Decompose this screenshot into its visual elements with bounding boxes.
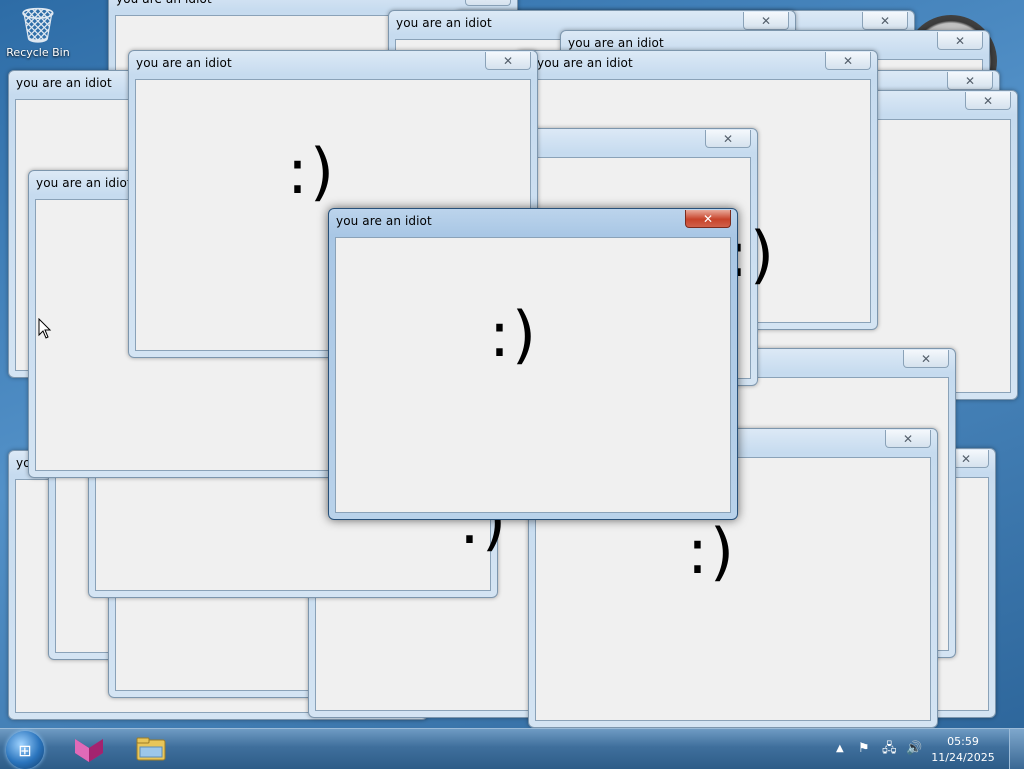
close-icon: ✕ [902, 431, 914, 446]
close-icon: ✕ [502, 53, 514, 68]
close-icon: ✕ [760, 13, 772, 28]
close-button[interactable]: ✕ [937, 32, 983, 50]
tray-clock-time[interactable]: 05:59 [928, 735, 998, 748]
close-icon: ✕ [879, 13, 891, 28]
taskbar-app-button[interactable] [63, 731, 115, 767]
desktop: 🗑 Recycle Bin you are an idiot ✕ you are… [0, 0, 1024, 728]
close-icon: ✕ [920, 351, 932, 366]
window-title: you are an idiot [116, 0, 212, 6]
action-center-flag-icon[interactable]: ⚑ [858, 741, 870, 757]
volume-icon[interactable]: 🔊 [906, 741, 922, 757]
window-title: you are an idiot [537, 56, 633, 70]
smiley-text: :) [489, 298, 539, 371]
window-title: you are an idiot [136, 56, 232, 70]
window-title: you are an idiot [36, 176, 132, 190]
close-button[interactable]: ✕ [825, 52, 871, 70]
close-icon: ✕ [842, 53, 854, 68]
close-button[interactable]: ✕ [885, 430, 931, 448]
close-button[interactable]: ✕ [465, 0, 511, 6]
show-hidden-icons-chevron-icon[interactable]: ▲ [836, 741, 844, 757]
recycle-bin-label: Recycle Bin [6, 46, 70, 59]
mouse-pointer-icon [38, 318, 52, 339]
close-icon: ✕ [960, 451, 972, 466]
windows-start-icon: ⊞ [18, 740, 32, 760]
window-title: you are an idiot [568, 36, 664, 50]
close-button[interactable]: ✕ [743, 12, 789, 30]
network-icon[interactable]: 🖧 [882, 741, 897, 757]
recycle-bin-icon: 🗑 [16, 6, 60, 46]
window-title: you are an idiot [336, 214, 432, 228]
close-icon: ✕ [722, 131, 734, 146]
close-button[interactable]: ✕ [685, 210, 731, 228]
window-title: you are an idiot [396, 16, 492, 30]
smiley-text: :) [687, 515, 737, 588]
show-desktop-button[interactable] [1009, 729, 1024, 769]
window-client [335, 237, 731, 513]
recycle-bin[interactable]: 🗑 Recycle Bin [6, 6, 70, 59]
window-title: you are an idiot [16, 76, 112, 90]
start-button[interactable]: ⊞ [6, 731, 44, 769]
close-icon: ✕ [982, 93, 994, 108]
tray-clock-date[interactable]: 11/24/2025 [928, 751, 998, 764]
close-button[interactable]: ✕ [903, 350, 949, 368]
close-icon: ✕ [964, 73, 976, 88]
popup-window-active[interactable]: you are an idiot ✕ :) [328, 208, 738, 520]
close-icon: ✕ [483, 0, 493, 4]
smiley-text: :) [287, 135, 337, 208]
close-icon: ✕ [702, 211, 714, 226]
taskbar-explorer-button[interactable] [125, 731, 177, 767]
app-icon [75, 739, 103, 762]
close-icon: ✕ [954, 33, 966, 48]
windows-explorer-icon [136, 737, 166, 761]
close-button[interactable]: ✕ [862, 12, 908, 30]
close-button[interactable]: ✕ [485, 52, 531, 70]
close-button[interactable]: ✕ [947, 72, 993, 90]
taskbar: ⊞ ▲ ⚑ 🖧 🔊 05:59 11/24/2025 [0, 728, 1024, 769]
close-button[interactable]: ✕ [705, 130, 751, 148]
close-button[interactable]: ✕ [965, 92, 1011, 110]
